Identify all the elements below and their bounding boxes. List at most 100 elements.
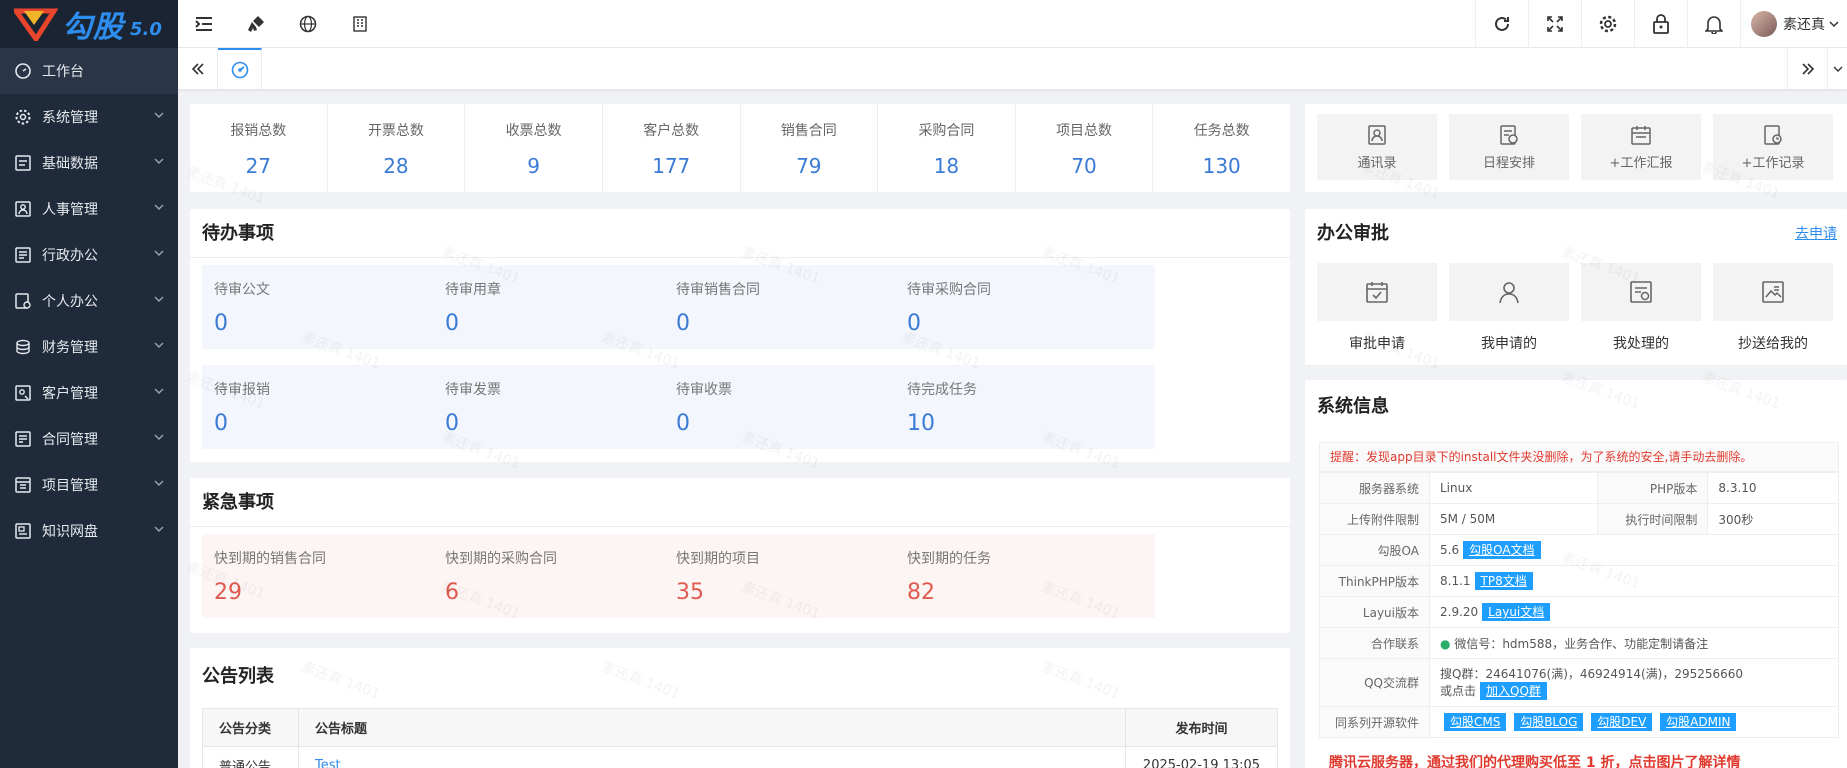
approval-request-button[interactable]: 审批申请	[1317, 263, 1437, 353]
sidebar-item[interactable]: 项目管理	[0, 462, 178, 508]
tile-label: 快到期的销售合同	[214, 551, 326, 567]
info-value: 2.9.20 Layui文档	[1429, 596, 1839, 628]
todo-tile[interactable]: 待审公文 0	[202, 265, 462, 349]
sidebar-item[interactable]: 合同管理	[0, 416, 178, 462]
chevron-down-icon	[154, 526, 164, 532]
sidebar-item[interactable]: 工作台	[0, 48, 178, 94]
series-link[interactable]: 勾股DEV	[1591, 713, 1653, 731]
refresh-button[interactable]	[1475, 0, 1528, 48]
notification-button[interactable]	[1687, 0, 1740, 48]
tab-menu-button[interactable]	[1827, 48, 1847, 90]
table-row: ThinkPHP版本 8.1.1 TP8文档	[1319, 565, 1839, 597]
tile-value: 0	[445, 311, 459, 336]
urgent-tile[interactable]: 快到期的项目 35	[664, 534, 924, 618]
tab-scroll-right-button[interactable]	[1787, 48, 1827, 90]
tab-scroll-left-button[interactable]	[178, 48, 218, 90]
todo-tile[interactable]: 待审收票 0	[664, 365, 924, 449]
tile-label: 待完成任务	[907, 382, 977, 398]
website-button[interactable]	[282, 0, 334, 48]
series-link[interactable]: 勾股BLOG	[1514, 713, 1584, 731]
stat-item[interactable]: 销售合同 79	[741, 104, 879, 192]
user-menu[interactable]: 素还真	[1740, 0, 1847, 48]
notice-link[interactable]: Test	[315, 758, 341, 768]
stat-value: 130	[1202, 154, 1241, 178]
layout-button[interactable]	[334, 0, 386, 48]
stat-item[interactable]: 任务总数 130	[1153, 104, 1290, 192]
todo-tile[interactable]: 待审销售合同 0	[664, 265, 924, 349]
tile-label: 待审用章	[445, 282, 501, 298]
todo-title: 待办事项	[202, 223, 274, 244]
oa-doc-link[interactable]: 勾股OA文档	[1463, 541, 1541, 559]
tile-label: 待审采购合同	[907, 282, 991, 298]
bell-icon	[1705, 16, 1723, 34]
join-qq-button[interactable]: 加入QQ群	[1480, 682, 1547, 700]
todo-tile[interactable]: 待审用章 0	[433, 265, 693, 349]
series-link[interactable]: 勾股ADMIN	[1660, 713, 1737, 731]
tp-doc-link[interactable]: TP8文档	[1474, 572, 1533, 590]
sidebar-item[interactable]: 人事管理	[0, 186, 178, 232]
notice-time: 2025-02-19 13:05	[1125, 746, 1278, 768]
person-icon	[1499, 282, 1519, 304]
tab-home[interactable]	[218, 48, 262, 90]
contacts-button[interactable]: 通讯录	[1317, 114, 1437, 180]
menu-toggle-button[interactable]	[178, 0, 230, 48]
chevron-down-icon	[154, 480, 164, 486]
stat-item[interactable]: 项目总数 70	[1016, 104, 1154, 192]
my-requests-button[interactable]: 我申请的	[1449, 263, 1569, 353]
chevron-down-icon	[154, 388, 164, 394]
quick-label: 日程安排	[1482, 155, 1535, 171]
cc-to-me-button[interactable]: 抄送给我的	[1713, 263, 1833, 353]
sidebar: 勾股 5.0 工作台 系统管理 基础数据 人事管理 行政办公 个人办公 财务管理 客户管理 合同…	[0, 0, 178, 768]
settings-button[interactable]	[1581, 0, 1634, 48]
info-value: ● 微信号：hdm588，业务合作、功能定制请备注	[1429, 627, 1839, 659]
apply-link[interactable]: 去申请	[1795, 223, 1837, 243]
stat-label: 销售合同	[780, 123, 837, 139]
work-log-button[interactable]: +工作记录	[1713, 114, 1833, 180]
todo-tile[interactable]: 待完成任务 10	[895, 365, 1155, 449]
tile-label: 待审销售合同	[676, 282, 760, 298]
layui-doc-link[interactable]: Layui文档	[1482, 603, 1551, 621]
clear-cache-button[interactable]	[230, 0, 282, 48]
chevron-down-icon	[154, 112, 164, 118]
todo-tile[interactable]: 待审采购合同 0	[895, 265, 1155, 349]
series-link[interactable]: 勾股CMS	[1444, 713, 1507, 731]
stat-item[interactable]: 客户总数 177	[603, 104, 741, 192]
todo-tile[interactable]: 待审发票 0	[433, 365, 693, 449]
urgent-tile[interactable]: 快到期的销售合同 29	[202, 534, 462, 618]
stat-value: 177	[652, 154, 691, 178]
sidebar-item[interactable]: 客户管理	[0, 370, 178, 416]
customer-icon	[14, 384, 32, 402]
sidebar-item[interactable]: 知识网盘	[0, 508, 178, 554]
lock-button[interactable]	[1634, 0, 1687, 48]
table-row: 服务器系统 Linux PHP版本 8.3.10	[1319, 472, 1839, 504]
brand-version: 5.0	[130, 18, 162, 40]
stat-value: 18	[933, 154, 960, 178]
column-header: 公告标题	[298, 708, 1126, 747]
logo: 勾股 5.0	[0, 0, 178, 48]
stat-item[interactable]: 采购合同 18	[878, 104, 1016, 192]
stat-item[interactable]: 开票总数 28	[328, 104, 466, 192]
table-row: 上传附件限制 5M / 50M 执行时间限制 300秒	[1319, 503, 1839, 535]
calendar-check-icon	[1366, 282, 1388, 303]
info-key: Layui版本	[1319, 596, 1430, 628]
urgent-tile[interactable]: 快到期的任务 82	[895, 534, 1155, 618]
my-handled-button[interactable]: 我处理的	[1581, 263, 1701, 353]
todo-tile[interactable]: 待审报销 0	[202, 365, 462, 449]
stat-item[interactable]: 收票总数 9	[465, 104, 603, 192]
sidebar-item[interactable]: 系统管理	[0, 94, 178, 140]
table-row: 勾股OA 5.6 勾股OA文档	[1319, 534, 1839, 566]
sidebar-item[interactable]: 个人办公	[0, 278, 178, 324]
promo-link[interactable]: 腾讯云服务器，通过我们的代理购买低至 1 折，点击图片了解详情	[1329, 752, 1741, 768]
sidebar-item[interactable]: 财务管理	[0, 324, 178, 370]
stat-item[interactable]: 报销总数 27	[190, 104, 328, 192]
urgent-tile[interactable]: 快到期的采购合同 6	[433, 534, 693, 618]
work-report-button[interactable]: +工作汇报	[1581, 114, 1701, 180]
dashboard-tab-icon	[231, 61, 248, 79]
image-doc-icon	[1762, 281, 1784, 303]
sidebar-item[interactable]: 基础数据	[0, 140, 178, 186]
sidebar-item[interactable]: 行政办公	[0, 232, 178, 278]
fullscreen-button[interactable]	[1528, 0, 1581, 48]
schedule-button[interactable]: 日程安排	[1449, 114, 1569, 180]
sidebar-item-label: 知识网盘	[42, 524, 98, 540]
layui-version: 2.9.20	[1440, 605, 1479, 619]
